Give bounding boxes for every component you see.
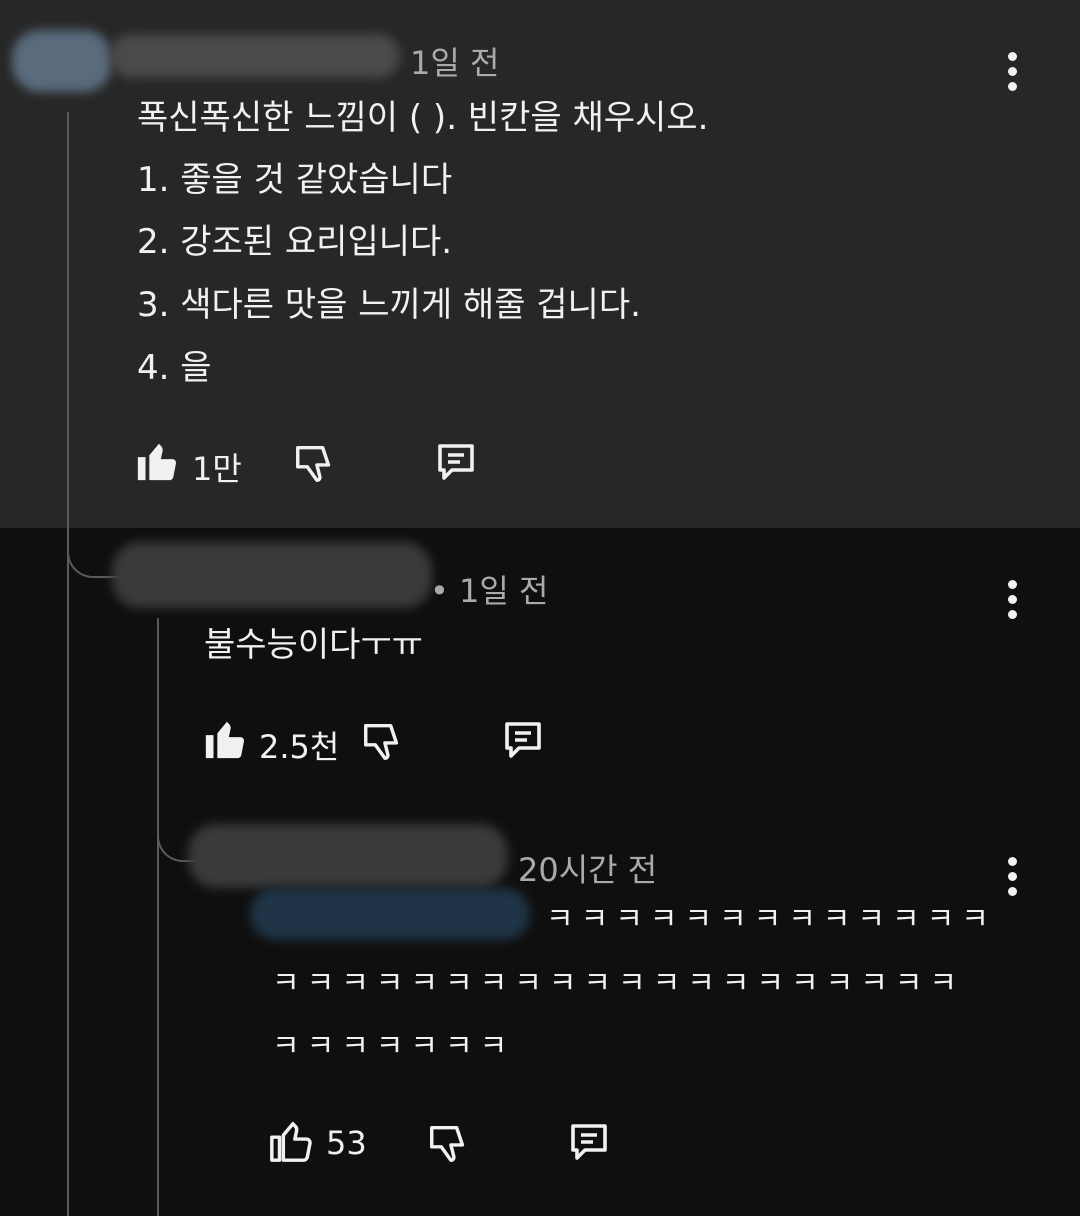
comment-line-4: 3. 색다른 맛을 느끼게 해줄 겁니다.	[137, 285, 641, 325]
like-count: 1만	[192, 450, 242, 488]
thread-line-main	[67, 112, 69, 1216]
comment-line-1: 폭신폭신한 느낌이 ( ). 빈칸을 채우시오.	[137, 98, 709, 138]
reply-timestamp: • 1일 전	[430, 572, 549, 610]
author-name-redacted[interactable]	[110, 34, 400, 78]
author-name-redacted[interactable]	[112, 542, 432, 608]
reply-button[interactable]	[432, 438, 480, 486]
thumbs-down-icon	[364, 723, 399, 760]
like-button[interactable]	[134, 438, 180, 484]
like-count: 53	[326, 1124, 367, 1162]
thread-line-reply1	[157, 618, 159, 1216]
comment-icon	[505, 722, 541, 758]
like-button[interactable]	[268, 1118, 314, 1164]
thumbs-down-icon	[296, 445, 331, 482]
like-button[interactable]	[202, 716, 248, 762]
reply-text-line-3: ㅋㅋㅋㅋㅋㅋㅋ	[272, 1029, 515, 1064]
thumbs-up-icon	[270, 1122, 312, 1162]
avatar[interactable]	[12, 30, 112, 92]
more-vertical-icon[interactable]	[1006, 857, 1018, 896]
author-name-redacted[interactable]	[188, 824, 508, 888]
reply-text: 불수능이다ㅜㅠ	[204, 625, 423, 665]
comment-icon	[438, 444, 474, 480]
thumbs-down-icon	[430, 1125, 465, 1162]
reply-button[interactable]	[565, 1118, 613, 1166]
dislike-button[interactable]	[360, 716, 406, 766]
dislike-button[interactable]	[292, 438, 338, 488]
thumbs-up-icon	[137, 443, 177, 481]
reply-button[interactable]	[499, 716, 547, 764]
comment-timestamp: 1일 전	[410, 44, 500, 82]
mention-redacted[interactable]	[250, 888, 530, 940]
comment-icon	[571, 1124, 607, 1160]
more-vertical-icon[interactable]	[1006, 52, 1018, 91]
reply-timestamp: 20시간 전	[518, 851, 658, 889]
comment-line-3: 2. 강조된 요리입니다.	[137, 222, 453, 262]
more-vertical-icon[interactable]	[1006, 580, 1018, 619]
dislike-button[interactable]	[426, 1118, 472, 1168]
comment-line-5: 4. 을	[137, 348, 212, 388]
reply-text-line-2: ㅋㅋㅋㅋㅋㅋㅋㅋㅋㅋㅋㅋㅋㅋㅋㅋㅋㅋㅋㅋ	[272, 966, 964, 1001]
comment-line-2: 1. 좋을 것 같았습니다	[137, 160, 453, 200]
thumbs-up-icon	[205, 721, 245, 759]
reply-text-line-1: ㅋㅋㅋㅋㅋㅋㅋㅋㅋㅋㅋㅋㅋ	[546, 902, 996, 937]
like-count: 2.5천	[259, 728, 340, 766]
